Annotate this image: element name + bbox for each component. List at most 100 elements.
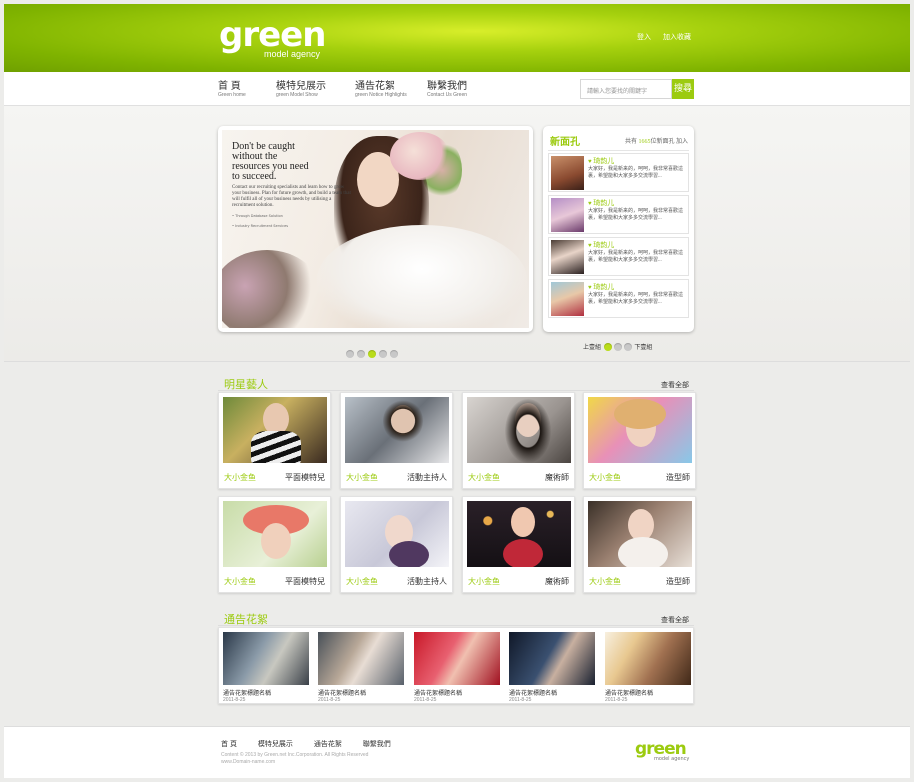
site-footer: 首 頁 模特兒展示 通告花絮 聯繫我們 Content © 2013 by Gr…: [4, 726, 910, 778]
notice-date: 2011-8-25: [223, 697, 246, 703]
new-face-name: 琦韵儿: [588, 198, 614, 208]
notice-item[interactable]: 通告花絮標題名稱 2011-8-25: [318, 632, 404, 703]
notice-item[interactable]: 通告花絮標題名稱 2011-8-25: [223, 632, 309, 703]
count-suffix: 位新面孔 加入: [650, 139, 688, 145]
prev-group-link[interactable]: 上壹組: [583, 345, 601, 351]
pager-dot[interactable]: [613, 342, 622, 351]
nav-item-notices[interactable]: 通告花絮 green Notice Highlights: [355, 81, 407, 98]
new-face-desc: 大家好，我是新来的，呵呵，我非常喜歡這裏，希望能和大家多多交流學習...: [588, 167, 684, 179]
site-header: green model agency 登入 加入收藏: [4, 4, 910, 72]
notice-title: 通告花絮標題名稱: [414, 691, 463, 697]
notice-item[interactable]: 通告花絮標題名稱 2011-8-25: [414, 632, 500, 703]
star-photo: [345, 501, 449, 567]
slider-dot[interactable]: [357, 350, 365, 358]
footer-link-contact[interactable]: 聯繫我們: [363, 741, 391, 748]
slide-headline-4: to succeed.: [232, 171, 277, 182]
top-links: 登入 加入收藏: [627, 32, 691, 42]
star-card[interactable]: 大小金鱼 魔術師: [462, 496, 575, 593]
notice-title: 通告花絮標題名稱: [318, 691, 367, 697]
notice-date: 2011-8-25: [414, 697, 437, 703]
new-face-name: 琦韵儿: [588, 156, 614, 166]
notice-item[interactable]: 通告花絮標題名稱 2011-8-25: [509, 632, 595, 703]
new-face-item[interactable]: 琦韵儿 大家好，我是新来的，呵呵，我非常喜歡這裏，希望能和大家多多交流學習...: [548, 153, 689, 192]
new-face-desc: 大家好，我是新来的，呵呵，我非常喜歡這裏，希望能和大家多多交流學習...: [588, 293, 684, 305]
star-card[interactable]: 大小金鱼 活動主持人: [340, 392, 453, 489]
star-name: 大小金鱼: [589, 577, 621, 586]
new-faces-pager: 上壹組 下壹組: [583, 342, 652, 351]
notice-date: 2011-8-25: [509, 697, 532, 703]
brand-logo[interactable]: green model agency: [219, 15, 326, 59]
notice-item[interactable]: 通告花絮標題名稱 2011-8-25: [605, 632, 691, 703]
slider-dot-active[interactable]: [368, 350, 376, 358]
star-card[interactable]: 大小金鱼 平面模特兒: [218, 496, 331, 593]
nav-label: 首 頁: [218, 81, 241, 92]
footer-logo[interactable]: green model agency: [635, 741, 689, 763]
star-role: 活動主持人: [407, 577, 447, 586]
star-card[interactable]: 大小金鱼 平面模特兒: [218, 392, 331, 489]
new-face-photo: [551, 198, 584, 232]
footer-copyright: Content © 2013 by Green.net Inc.Corporat…: [221, 752, 368, 766]
count-prefix: 共有: [624, 139, 637, 145]
slide-footnote-1: • Through Database Solution: [232, 214, 283, 218]
slider-dot[interactable]: [379, 350, 387, 358]
footer-link-home[interactable]: 首 頁: [221, 741, 237, 748]
copyright-text: Content © 2013 by Green.net Inc.Corporat…: [221, 752, 369, 758]
star-photo: [588, 501, 692, 567]
slide-footnote-2: • Industry Recruitment Services: [232, 224, 289, 228]
notice-title: 通告花絮標題名稱: [223, 691, 272, 697]
star-name: 大小金鱼: [589, 473, 621, 482]
star-name: 大小金鱼: [468, 577, 500, 586]
hero-slider[interactable]: Don't be caught without the resources yo…: [218, 126, 533, 332]
stars-view-all-link[interactable]: 查看全部: [661, 380, 689, 390]
count-number: 1665: [638, 139, 651, 145]
slider-dot[interactable]: [346, 350, 354, 358]
star-card[interactable]: 大小金鱼 造型師: [583, 496, 696, 593]
search-button[interactable]: 搜尋: [672, 79, 694, 99]
logo-tagline: model agency: [264, 49, 321, 59]
footer-link-models[interactable]: 模特兒展示: [258, 741, 293, 748]
new-face-item[interactable]: 琦韵儿 大家好，我是新来的，呵呵，我非常喜歡這裏，希望能和大家多多交流學習...: [548, 195, 689, 234]
star-name: 大小金鱼: [224, 473, 256, 482]
new-face-item[interactable]: 琦韵儿 大家好，我是新来的，呵呵，我非常喜歡這裏，希望能和大家多多交流學習...: [548, 279, 689, 318]
nav-sublabel: Contact Us Green: [427, 92, 468, 98]
pager-dot[interactable]: [623, 342, 632, 351]
main-nav: 首 頁 Green home 模特兒展示 green Model Show 通告…: [4, 72, 910, 106]
next-group-link[interactable]: 下壹組: [634, 345, 652, 351]
new-face-desc: 大家好，我是新来的，呵呵，我非常喜歡這裏，希望能和大家多多交流學習...: [588, 251, 684, 263]
star-card[interactable]: 大小金鱼 魔術師: [462, 392, 575, 489]
domain-text: www.Domain-name.com: [221, 759, 276, 765]
new-face-photo: [551, 282, 584, 316]
bookmark-link[interactable]: 加入收藏: [663, 34, 691, 41]
new-faces-count: 共有 1665位新面孔 加入: [625, 136, 688, 145]
star-photo: [223, 397, 327, 463]
star-name: 大小金鱼: [224, 577, 256, 586]
notices-view-all-link[interactable]: 查看全部: [661, 615, 689, 625]
nav-label: 聯繫我們: [427, 81, 467, 92]
star-role: 平面模特兒: [285, 577, 325, 586]
nav-item-contact[interactable]: 聯繫我們 Contact Us Green: [427, 81, 467, 98]
star-role: 魔術師: [545, 577, 569, 586]
footer-link-notices[interactable]: 通告花絮: [314, 741, 342, 748]
logo-wordmark: green: [219, 15, 326, 55]
slider-dots: [346, 343, 401, 362]
star-card[interactable]: 大小金鱼 活動主持人: [340, 496, 453, 593]
nav-sublabel: green Notice Highlights: [355, 92, 407, 98]
slide-image: Don't be caught without the resources yo…: [222, 130, 529, 328]
notice-photo: [414, 632, 500, 685]
pager-dot-active[interactable]: [603, 342, 612, 351]
new-face-item[interactable]: 琦韵儿 大家好，我是新来的，呵呵，我非常喜歡這裏，希望能和大家多多交流學習...: [548, 237, 689, 276]
notice-title: 通告花絮標題名稱: [509, 691, 558, 697]
nav-sublabel: green Model Show: [276, 92, 318, 98]
nav-item-home[interactable]: 首 頁 Green home: [218, 81, 246, 98]
slider-dot[interactable]: [390, 350, 398, 358]
star-name: 大小金鱼: [346, 577, 378, 586]
nav-item-models[interactable]: 模特兒展示 green Model Show: [276, 81, 326, 98]
login-link[interactable]: 登入: [637, 34, 651, 41]
search-input[interactable]: 請輸入您要找的關鍵字: [580, 79, 672, 99]
new-face-desc: 大家好，我是新来的，呵呵，我非常喜歡這裏，希望能和大家多多交流學習...: [588, 209, 684, 221]
new-faces-title: 新面孔: [550, 137, 580, 148]
new-face-photo: [551, 240, 584, 274]
star-card[interactable]: 大小金鱼 造型師: [583, 392, 696, 489]
notice-photo: [509, 632, 595, 685]
notice-photo: [318, 632, 404, 685]
